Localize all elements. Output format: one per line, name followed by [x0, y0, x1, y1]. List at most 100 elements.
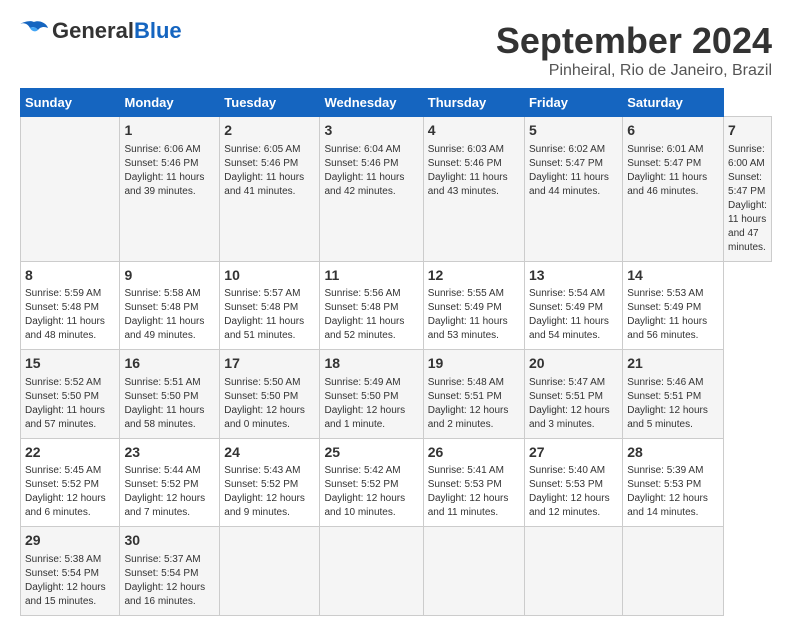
- day-detail: Sunrise: 6:04 AM Sunset: 5:46 PM Dayligh…: [324, 143, 418, 199]
- calendar-cell: 8Sunrise: 5:59 AM Sunset: 5:48 PM Daylig…: [21, 261, 120, 350]
- day-number: 6: [627, 121, 719, 141]
- calendar-cell: 14Sunrise: 5:53 AM Sunset: 5:49 PM Dayli…: [623, 261, 724, 350]
- title-block: September 2024 Pinheiral, Rio de Janeiro…: [496, 20, 772, 80]
- calendar-cell: 12Sunrise: 5:55 AM Sunset: 5:49 PM Dayli…: [423, 261, 524, 350]
- calendar-cell: 3Sunrise: 6:04 AM Sunset: 5:46 PM Daylig…: [320, 117, 423, 262]
- day-detail: Sunrise: 5:48 AM Sunset: 5:51 PM Dayligh…: [428, 376, 520, 432]
- day-detail: Sunrise: 5:46 AM Sunset: 5:51 PM Dayligh…: [627, 376, 719, 432]
- calendar-cell: 11Sunrise: 5:56 AM Sunset: 5:48 PM Dayli…: [320, 261, 423, 350]
- day-detail: Sunrise: 5:44 AM Sunset: 5:52 PM Dayligh…: [124, 464, 215, 520]
- day-detail: Sunrise: 5:42 AM Sunset: 5:52 PM Dayligh…: [324, 464, 418, 520]
- day-number: 22: [25, 443, 115, 463]
- weekday-header-wednesday: Wednesday: [320, 89, 423, 117]
- day-number: 2: [224, 121, 315, 141]
- day-detail: Sunrise: 5:54 AM Sunset: 5:49 PM Dayligh…: [529, 287, 618, 343]
- day-number: 11: [324, 266, 418, 286]
- day-detail: Sunrise: 5:57 AM Sunset: 5:48 PM Dayligh…: [224, 287, 315, 343]
- calendar-cell: 27Sunrise: 5:40 AM Sunset: 5:53 PM Dayli…: [524, 438, 622, 527]
- day-detail: Sunrise: 6:05 AM Sunset: 5:46 PM Dayligh…: [224, 143, 315, 199]
- weekday-header-row: SundayMondayTuesdayWednesdayThursdayFrid…: [21, 89, 772, 117]
- day-detail: Sunrise: 6:00 AM Sunset: 5:47 PM Dayligh…: [728, 143, 767, 255]
- day-detail: Sunrise: 6:03 AM Sunset: 5:46 PM Dayligh…: [428, 143, 520, 199]
- day-number: 30: [124, 531, 215, 551]
- calendar-cell: 21Sunrise: 5:46 AM Sunset: 5:51 PM Dayli…: [623, 350, 724, 439]
- day-detail: Sunrise: 5:55 AM Sunset: 5:49 PM Dayligh…: [428, 287, 520, 343]
- day-detail: Sunrise: 6:01 AM Sunset: 5:47 PM Dayligh…: [627, 143, 719, 199]
- calendar-cell: 7Sunrise: 6:00 AM Sunset: 5:47 PM Daylig…: [724, 117, 772, 262]
- day-detail: Sunrise: 5:43 AM Sunset: 5:52 PM Dayligh…: [224, 464, 315, 520]
- calendar-cell: 9Sunrise: 5:58 AM Sunset: 5:48 PM Daylig…: [120, 261, 220, 350]
- day-detail: Sunrise: 5:49 AM Sunset: 5:50 PM Dayligh…: [324, 376, 418, 432]
- day-detail: Sunrise: 5:51 AM Sunset: 5:50 PM Dayligh…: [124, 376, 215, 432]
- calendar-cell: 5Sunrise: 6:02 AM Sunset: 5:47 PM Daylig…: [524, 117, 622, 262]
- day-detail: Sunrise: 5:45 AM Sunset: 5:52 PM Dayligh…: [25, 464, 115, 520]
- day-number: 8: [25, 266, 115, 286]
- calendar-cell: [220, 527, 320, 616]
- day-number: 24: [224, 443, 315, 463]
- day-number: 21: [627, 354, 719, 374]
- calendar-cell: 17Sunrise: 5:50 AM Sunset: 5:50 PM Dayli…: [220, 350, 320, 439]
- calendar-cell: 19Sunrise: 5:48 AM Sunset: 5:51 PM Dayli…: [423, 350, 524, 439]
- weekday-header-monday: Monday: [120, 89, 220, 117]
- day-detail: Sunrise: 5:47 AM Sunset: 5:51 PM Dayligh…: [529, 376, 618, 432]
- calendar-week-row: 1Sunrise: 6:06 AM Sunset: 5:46 PM Daylig…: [21, 117, 772, 262]
- day-number: 5: [529, 121, 618, 141]
- calendar-header: SundayMondayTuesdayWednesdayThursdayFrid…: [21, 89, 772, 117]
- calendar-week-row: 8Sunrise: 5:59 AM Sunset: 5:48 PM Daylig…: [21, 261, 772, 350]
- calendar-cell: 20Sunrise: 5:47 AM Sunset: 5:51 PM Dayli…: [524, 350, 622, 439]
- weekday-header-saturday: Saturday: [623, 89, 724, 117]
- day-number: 20: [529, 354, 618, 374]
- day-detail: Sunrise: 5:38 AM Sunset: 5:54 PM Dayligh…: [25, 553, 115, 609]
- calendar-cell: 15Sunrise: 5:52 AM Sunset: 5:50 PM Dayli…: [21, 350, 120, 439]
- day-number: 15: [25, 354, 115, 374]
- day-detail: Sunrise: 5:37 AM Sunset: 5:54 PM Dayligh…: [124, 553, 215, 609]
- logo: GeneralBlue: [20, 20, 182, 42]
- day-detail: Sunrise: 5:58 AM Sunset: 5:48 PM Dayligh…: [124, 287, 215, 343]
- day-number: 18: [324, 354, 418, 374]
- day-detail: Sunrise: 5:39 AM Sunset: 5:53 PM Dayligh…: [627, 464, 719, 520]
- logo-bird-icon: [20, 20, 48, 42]
- day-detail: Sunrise: 5:52 AM Sunset: 5:50 PM Dayligh…: [25, 376, 115, 432]
- logo-text: GeneralBlue: [52, 20, 182, 42]
- day-detail: Sunrise: 5:53 AM Sunset: 5:49 PM Dayligh…: [627, 287, 719, 343]
- calendar-cell: 25Sunrise: 5:42 AM Sunset: 5:52 PM Dayli…: [320, 438, 423, 527]
- calendar-cell: 4Sunrise: 6:03 AM Sunset: 5:46 PM Daylig…: [423, 117, 524, 262]
- calendar-cell: 30Sunrise: 5:37 AM Sunset: 5:54 PM Dayli…: [120, 527, 220, 616]
- day-number: 27: [529, 443, 618, 463]
- calendar-cell: 24Sunrise: 5:43 AM Sunset: 5:52 PM Dayli…: [220, 438, 320, 527]
- day-number: 12: [428, 266, 520, 286]
- weekday-header-sunday: Sunday: [21, 89, 120, 117]
- calendar-week-row: 29Sunrise: 5:38 AM Sunset: 5:54 PM Dayli…: [21, 527, 772, 616]
- day-number: 4: [428, 121, 520, 141]
- calendar-cell: 1Sunrise: 6:06 AM Sunset: 5:46 PM Daylig…: [120, 117, 220, 262]
- calendar-cell: 28Sunrise: 5:39 AM Sunset: 5:53 PM Dayli…: [623, 438, 724, 527]
- calendar-cell: 22Sunrise: 5:45 AM Sunset: 5:52 PM Dayli…: [21, 438, 120, 527]
- day-detail: Sunrise: 5:41 AM Sunset: 5:53 PM Dayligh…: [428, 464, 520, 520]
- day-number: 23: [124, 443, 215, 463]
- day-number: 19: [428, 354, 520, 374]
- day-number: 25: [324, 443, 418, 463]
- day-detail: Sunrise: 5:59 AM Sunset: 5:48 PM Dayligh…: [25, 287, 115, 343]
- calendar-week-row: 22Sunrise: 5:45 AM Sunset: 5:52 PM Dayli…: [21, 438, 772, 527]
- calendar-subtitle: Pinheiral, Rio de Janeiro, Brazil: [496, 62, 772, 80]
- day-detail: Sunrise: 5:40 AM Sunset: 5:53 PM Dayligh…: [529, 464, 618, 520]
- calendar-cell: 26Sunrise: 5:41 AM Sunset: 5:53 PM Dayli…: [423, 438, 524, 527]
- day-detail: Sunrise: 6:06 AM Sunset: 5:46 PM Dayligh…: [124, 143, 215, 199]
- day-number: 28: [627, 443, 719, 463]
- calendar-cell: [320, 527, 423, 616]
- weekday-header-friday: Friday: [524, 89, 622, 117]
- calendar-cell: 18Sunrise: 5:49 AM Sunset: 5:50 PM Dayli…: [320, 350, 423, 439]
- calendar-cell: 13Sunrise: 5:54 AM Sunset: 5:49 PM Dayli…: [524, 261, 622, 350]
- calendar-cell: 23Sunrise: 5:44 AM Sunset: 5:52 PM Dayli…: [120, 438, 220, 527]
- calendar-table: SundayMondayTuesdayWednesdayThursdayFrid…: [20, 88, 772, 616]
- calendar-cell: [21, 117, 120, 262]
- calendar-cell: [524, 527, 622, 616]
- day-number: 10: [224, 266, 315, 286]
- day-detail: Sunrise: 5:56 AM Sunset: 5:48 PM Dayligh…: [324, 287, 418, 343]
- calendar-cell: [423, 527, 524, 616]
- weekday-header-thursday: Thursday: [423, 89, 524, 117]
- day-number: 13: [529, 266, 618, 286]
- day-number: 16: [124, 354, 215, 374]
- day-number: 1: [124, 121, 215, 141]
- calendar-cell: [623, 527, 724, 616]
